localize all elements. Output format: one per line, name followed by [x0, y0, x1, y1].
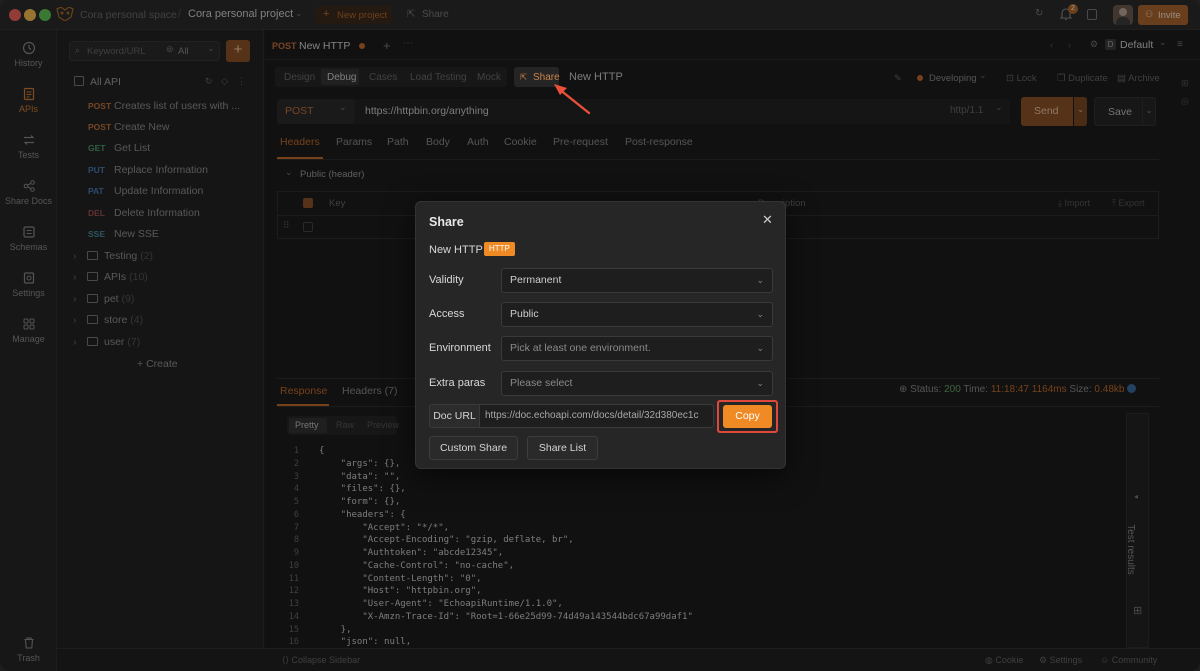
environment-label: Environment: [429, 342, 491, 354]
environment-select[interactable]: Pick at least one environment. ⌄: [501, 336, 773, 361]
validity-value: Permanent: [510, 274, 562, 286]
protocol-badge: HTTP: [484, 242, 515, 256]
extra-paras-select[interactable]: Please select ⌄: [501, 371, 773, 396]
validity-label: Validity: [429, 274, 464, 286]
share-list-button[interactable]: Share List: [527, 436, 598, 460]
copy-button[interactable]: Copy: [723, 405, 772, 428]
share-icon: ⇱: [520, 72, 528, 82]
doc-url-field[interactable]: Doc URL https://doc.echoapi.com/docs/det…: [429, 404, 714, 428]
dialog-title: Share: [429, 215, 464, 229]
chevron-down-icon: ⌄: [756, 343, 764, 353]
access-label: Access: [429, 308, 465, 320]
extra-paras-label: Extra paras: [429, 377, 486, 389]
validity-select[interactable]: Permanent ⌄: [501, 268, 773, 293]
access-select[interactable]: Public ⌄: [501, 302, 773, 327]
close-icon[interactable]: ✕: [762, 212, 773, 228]
extra-paras-placeholder: Please select: [510, 377, 573, 389]
app-window: Cora personal space / Cora personal proj…: [0, 0, 1200, 671]
chevron-down-icon: ⌄: [756, 275, 764, 285]
api-name: New HTTP: [429, 244, 483, 256]
doc-url-value: https://doc.echoapi.com/docs/detail/32d3…: [485, 410, 699, 421]
annotation-arrow: [554, 84, 591, 115]
custom-share-button[interactable]: Custom Share: [429, 436, 518, 460]
share-dialog: Share ✕ New HTTP HTTP Validity Permanent…: [415, 201, 786, 469]
chevron-down-icon: ⌄: [756, 378, 764, 388]
environment-placeholder: Pick at least one environment.: [510, 342, 651, 354]
doc-url-label: Doc URL: [430, 405, 480, 427]
chevron-down-icon: ⌄: [756, 309, 764, 319]
access-value: Public: [510, 308, 539, 320]
